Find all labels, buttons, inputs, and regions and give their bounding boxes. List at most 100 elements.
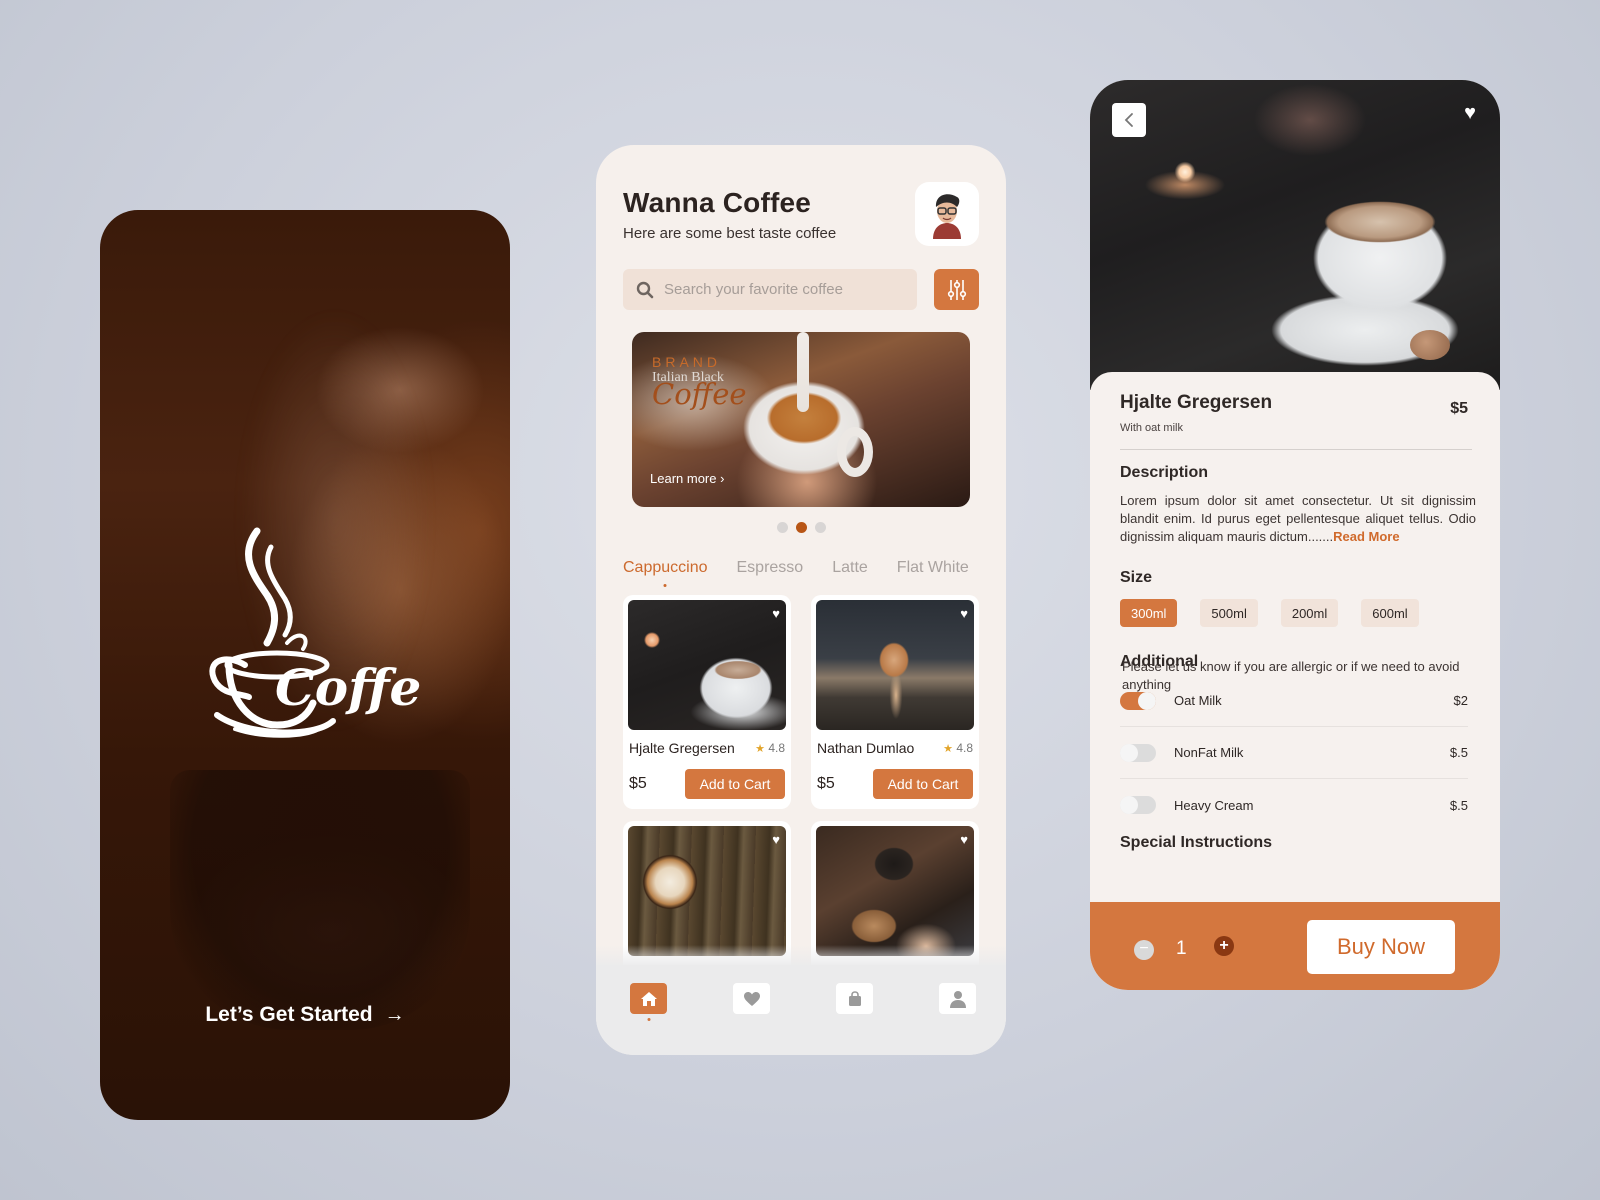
bottom-nav <box>596 965 1006 1055</box>
page-title: Wanna Coffee <box>623 187 812 218</box>
heart-icon <box>743 991 760 1006</box>
home-icon <box>640 991 657 1006</box>
product-subtitle: With oat milk <box>1120 422 1183 434</box>
size-option-500ml[interactable]: 500ml <box>1200 599 1258 627</box>
search-input[interactable] <box>664 281 894 298</box>
get-started-button[interactable]: Let’s Get Started → <box>100 1003 510 1027</box>
cup-background <box>170 770 470 1030</box>
product-image: ♥ <box>628 600 786 730</box>
read-more-link[interactable]: Read More <box>1333 529 1399 544</box>
size-option-600ml[interactable]: 600ml <box>1361 599 1419 627</box>
heavy-cream-toggle[interactable] <box>1120 796 1156 814</box>
splash-screen: Coffee Let’s Get Started → <box>100 210 510 1120</box>
sliders-icon <box>947 279 966 300</box>
tab-espresso[interactable]: Espresso <box>737 559 804 577</box>
nav-home[interactable] <box>630 983 667 1014</box>
search-icon <box>636 281 654 298</box>
product-card[interactable]: ♥ Nathan Dumlao ★ 4.8 $5 Add to Cart <box>811 595 979 809</box>
tab-cappuccino[interactable]: Cappuccino <box>623 559 708 577</box>
product-card[interactable]: ♥ Hjalte Gregersen ★ 4.8 $5 Add to Cart <box>623 595 791 809</box>
product-image: ♥ <box>816 600 974 730</box>
option-label: NonFat Milk <box>1174 745 1244 760</box>
size-option-200ml[interactable]: 200ml <box>1280 599 1339 627</box>
nav-favorites[interactable] <box>733 983 770 1014</box>
product-name: Nathan Dumlao <box>817 740 915 756</box>
arrow-right-icon: → <box>384 1003 405 1026</box>
special-instructions-field[interactable]: Please let us know if you are allergic o… <box>1122 658 1460 694</box>
size-selector: 300ml 500ml 200ml 600ml <box>1120 599 1419 627</box>
buy-now-button[interactable]: Buy Now <box>1307 920 1455 974</box>
option-price: $.5 <box>1449 745 1468 760</box>
size-option-300ml[interactable]: 300ml <box>1120 599 1178 627</box>
home-screen: Wanna Coffee Here are some best taste co… <box>596 145 1006 1055</box>
carousel-indicator <box>596 522 1006 533</box>
divider <box>1120 449 1472 450</box>
banner-brand: BRAND <box>652 354 722 370</box>
add-to-cart-button[interactable]: Add to Cart <box>685 769 785 799</box>
coffee-logo-icon: Coffee <box>209 527 420 738</box>
product-detail-screen: ♥ Hjalte Gregersen With oat milk $5 Desc… <box>1090 80 1500 990</box>
category-tabs: Cappuccino Espresso Latte Flat White <box>623 559 986 577</box>
description-text: Lorem ipsum dolor sit amet consectetur. … <box>1120 492 1476 546</box>
tab-flat-white[interactable]: Flat White <box>897 559 969 577</box>
instructions-heading: Special Instructions <box>1120 834 1273 851</box>
increase-quantity-button[interactable]: + <box>1214 936 1234 956</box>
carousel-dot[interactable] <box>776 522 788 533</box>
banner-line2: Coffee <box>652 377 747 411</box>
chevron-left-icon <box>1124 113 1133 127</box>
additional-option: Heavy Cream $.5 <box>1120 779 1468 831</box>
cup-handle-image <box>837 427 873 477</box>
product-name: Hjalte Gregersen <box>1120 392 1273 413</box>
nonfat-milk-toggle[interactable] <box>1120 743 1156 762</box>
heart-icon[interactable]: ♥ <box>772 832 780 847</box>
option-price: $.5 <box>1449 797 1468 813</box>
nav-cart[interactable] <box>836 983 873 1014</box>
nav-fade <box>596 945 1006 965</box>
carousel-dot-active[interactable] <box>795 522 807 533</box>
rating-value: 4.8 <box>768 741 785 755</box>
description-heading: Description <box>1120 464 1209 481</box>
favorite-icon[interactable]: ♥ <box>1464 102 1476 125</box>
user-icon <box>949 990 966 1008</box>
product-price: $5 <box>817 775 835 792</box>
search-bar[interactable] <box>623 269 917 310</box>
nav-profile[interactable] <box>939 983 976 1014</box>
product-hero-image <box>1090 80 1500 390</box>
oat-milk-toggle[interactable] <box>1120 691 1156 710</box>
product-rating: ★ 4.8 <box>755 741 785 755</box>
avatar-icon <box>933 194 961 239</box>
decrease-quantity-button[interactable]: − <box>1134 940 1154 960</box>
rating-value: 4.8 <box>956 741 973 755</box>
option-price: $2 <box>1453 693 1468 708</box>
heart-icon[interactable]: ♥ <box>772 606 780 621</box>
learn-more-link[interactable]: Learn more › <box>650 471 724 486</box>
product-image: ♥ <box>628 826 786 956</box>
heart-icon[interactable]: ♥ <box>960 606 968 621</box>
option-label: Heavy Cream <box>1174 797 1254 813</box>
description-body: Lorem ipsum dolor sit amet consectetur. … <box>1120 493 1476 544</box>
product-rating: ★ 4.8 <box>943 741 973 755</box>
back-button[interactable] <box>1112 103 1146 137</box>
avatar[interactable] <box>915 182 979 246</box>
carousel-dot[interactable] <box>814 522 826 533</box>
option-label: Oat Milk <box>1174 693 1222 708</box>
cookie-image <box>1410 330 1450 360</box>
star-icon: ★ <box>755 743 765 755</box>
tab-latte[interactable]: Latte <box>832 559 868 577</box>
product-name: Hjalte Gregersen <box>629 740 735 756</box>
additional-option: NonFat Milk $.5 <box>1120 727 1468 779</box>
add-to-cart-button[interactable]: Add to Cart <box>873 769 973 799</box>
product-image: ♥ <box>816 826 974 956</box>
product-price: $5 <box>629 775 647 792</box>
bag-icon <box>848 990 861 1006</box>
logo-text: Coffee <box>275 658 420 717</box>
filter-button[interactable] <box>934 269 979 310</box>
star-icon: ★ <box>943 743 953 755</box>
quantity-value: 1 <box>1176 938 1187 959</box>
get-started-label: Let’s Get Started <box>205 1003 373 1026</box>
product-price: $5 <box>1450 400 1468 417</box>
purchase-bar: − 1 + Buy Now <box>1090 902 1500 990</box>
size-heading: Size <box>1120 569 1153 586</box>
promo-banner[interactable]: BRAND Italian Black Coffee Learn more › <box>632 332 970 507</box>
heart-icon[interactable]: ♥ <box>960 832 968 847</box>
